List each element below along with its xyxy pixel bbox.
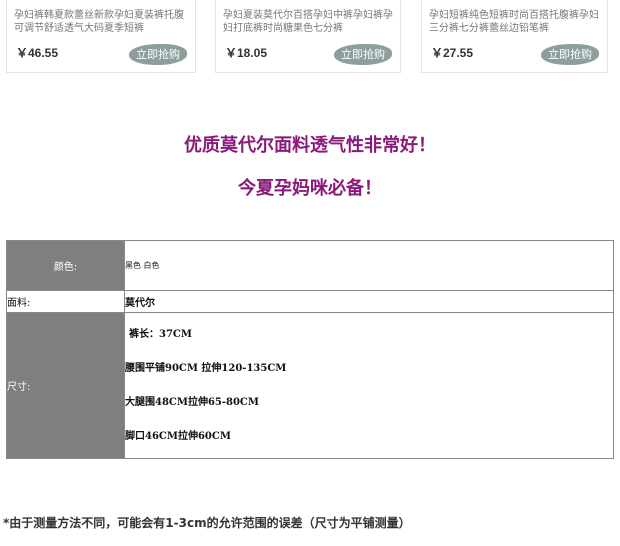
buy-now-button[interactable]: 立即抢购: [129, 44, 187, 65]
product-title-line: 可调节舒适透气大码夏季短裤: [14, 23, 144, 34]
product-title-line: 孕妇短裤纯色短裤时尚百搭托腹裤孕妇: [429, 10, 599, 21]
size-line: 脚口46CM拉伸60CM: [125, 430, 231, 442]
color-label: 颜色:: [53, 262, 78, 273]
measurement-note: *由于测量方法不同，可能会有1-3cm的允许范围的误差（尺寸为平铺测量）: [3, 516, 411, 530]
product-title-line: 孕妇裤韩夏款蕾丝新款孕妇夏装裤托腹: [14, 10, 184, 21]
product-title-line: 孕妇夏装莫代尔百搭孕妇中裤孕妇裤孕: [223, 10, 393, 21]
size-line: 裤长：37CM: [129, 328, 192, 340]
spec-table: 颜色: 黑色 白色 面料: 莫代尔 尺寸: 裤长：37CM 腰围平铺90CM 拉…: [6, 240, 614, 459]
product-title-line: 三分裤七分裤蕾丝边铅笔裤: [429, 23, 549, 34]
spec-label: 面料:: [6, 290, 125, 313]
product-price: ￥46.55: [16, 46, 59, 60]
size-line: 大腿围48CM拉伸65-80CM: [125, 396, 259, 408]
size-label: 尺寸:: [7, 382, 31, 393]
spec-value: 黑色 白色: [124, 240, 614, 291]
product-title-line: 妇打底裤时尚糖果色七分裤: [223, 23, 343, 34]
product-title[interactable]: 孕妇短裤纯色短裤时尚百搭托腹裤孕妇 三分裤七分裤蕾丝边铅笔裤: [429, 9, 599, 35]
product-title[interactable]: 孕妇裤韩夏款蕾丝新款孕妇夏装裤托腹 可调节舒适透气大码夏季短裤: [14, 9, 184, 35]
fabric-label: 面料:: [7, 298, 31, 309]
slogan-line-2: 今夏孕妈咪必备！: [238, 178, 382, 199]
spec-label: 尺寸:: [6, 312, 125, 459]
spec-row-fabric: 面料: 莫代尔: [6, 290, 614, 313]
size-line: 腰围平铺90CM 拉伸120-135CM: [125, 362, 287, 374]
spec-value: 裤长：37CM 腰围平铺90CM 拉伸120-135CM 大腿围48CM拉伸65…: [124, 312, 614, 459]
spec-value: 莫代尔: [124, 290, 614, 313]
product-price: ￥18.05: [225, 46, 268, 60]
product-price: ￥27.55: [431, 46, 474, 60]
color-value: 黑色 白色: [125, 261, 160, 270]
product-card[interactable]: 孕妇裤韩夏款蕾丝新款孕妇夏装裤托腹 可调节舒适透气大码夏季短裤 ￥46.55 立…: [6, 0, 196, 73]
fabric-value: 莫代尔: [125, 298, 155, 309]
slogan-line-1: 优质莫代尔面料透气性非常好！: [184, 135, 436, 156]
product-card[interactable]: 孕妇短裤纯色短裤时尚百搭托腹裤孕妇 三分裤七分裤蕾丝边铅笔裤 ￥27.55 立即…: [421, 0, 608, 73]
spec-row-size: 尺寸: 裤长：37CM 腰围平铺90CM 拉伸120-135CM 大腿围48CM…: [6, 312, 614, 459]
spec-row-color: 颜色: 黑色 白色: [6, 240, 614, 291]
spec-label: 颜色:: [6, 240, 125, 291]
product-title[interactable]: 孕妇夏装莫代尔百搭孕妇中裤孕妇裤孕 妇打底裤时尚糖果色七分裤: [223, 9, 393, 35]
product-card[interactable]: 孕妇夏装莫代尔百搭孕妇中裤孕妇裤孕 妇打底裤时尚糖果色七分裤 ￥18.05 立即…: [215, 0, 401, 73]
buy-now-button[interactable]: 立即抢购: [334, 44, 392, 65]
buy-now-button[interactable]: 立即抢购: [541, 44, 599, 65]
